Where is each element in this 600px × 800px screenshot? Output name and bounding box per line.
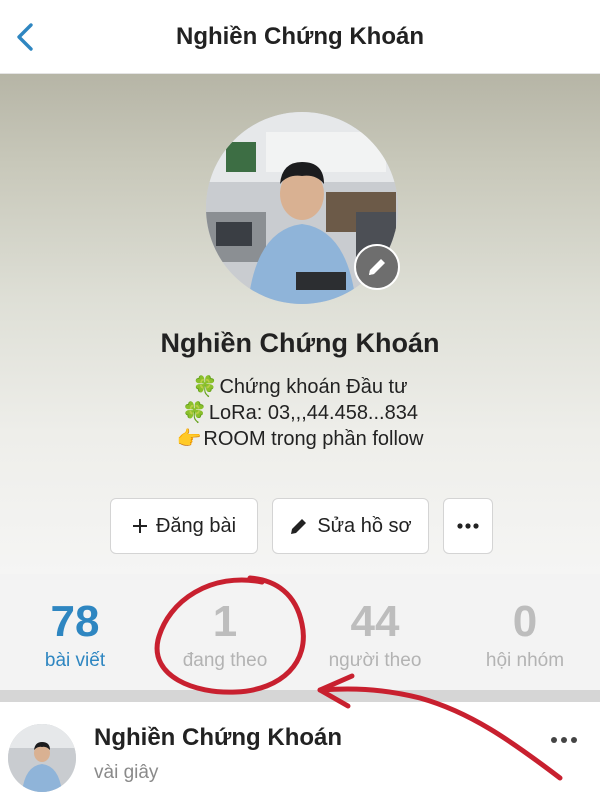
plus-icon: [132, 519, 147, 533]
create-post-button[interactable]: Đăng bài: [110, 498, 258, 554]
stat-posts[interactable]: 78 bài viết: [0, 574, 150, 690]
pencil-icon: [369, 259, 385, 275]
post-author-name[interactable]: Nghiền Chứng Khoán: [94, 724, 342, 752]
stat-label: đang theo: [182, 650, 268, 671]
stat-label: bài viết: [44, 650, 106, 671]
chevron-left-icon: [17, 23, 33, 51]
page-title: Nghiền Chứng Khoán: [175, 22, 424, 50]
pencil-icon: [291, 519, 307, 534]
stat-following[interactable]: 1 đang theo: [150, 574, 300, 690]
post-item[interactable]: Nghiền Chứng Khoán vài giây: [0, 702, 600, 800]
navigation-bar: Nghiền Chứng Khoán: [0, 0, 600, 74]
edit-avatar-button[interactable]: [354, 244, 400, 290]
stat-groups[interactable]: 0 hội nhóm: [450, 574, 600, 690]
clover-icon: 🍀: [182, 402, 207, 424]
bio-text: LoRa: 03,,,44.458...834: [208, 402, 418, 424]
post-more-button[interactable]: [546, 730, 582, 750]
post-timestamp: vài giây: [94, 762, 159, 783]
bio-line: 🍀 Chứng khoán Đầu tư: [0, 374, 600, 400]
stat-label: hội nhóm: [485, 650, 565, 671]
profile-actions: Đăng bài Sửa hồ sơ: [0, 498, 600, 554]
section-divider: [0, 690, 600, 702]
stat-value: 0: [512, 597, 538, 646]
more-horizontal-icon: [551, 737, 577, 743]
bio-text: ROOM trong phần follow: [203, 428, 424, 450]
stat-value: 1: [212, 597, 238, 646]
profile-stats: 78 bài viết 1 đang theo 44 người theo 0 …: [0, 574, 600, 690]
profile-name: Nghiền Chứng Khoán: [160, 328, 440, 358]
post-author-avatar[interactable]: [8, 724, 76, 792]
stat-value: 78: [50, 597, 100, 646]
stat-value: 44: [350, 597, 400, 646]
bio-text: Chứng khoán Đầu tư: [219, 376, 408, 398]
more-horizontal-icon: [457, 523, 479, 529]
create-post-label: Đăng bài: [155, 514, 237, 537]
pointing-hand-icon: 👉: [176, 428, 202, 450]
bio-line: 👉 ROOM trong phần follow: [0, 426, 600, 452]
bio-line: 🍀 LoRa: 03,,,44.458...834: [0, 400, 600, 426]
back-button[interactable]: [8, 20, 42, 54]
stat-followers[interactable]: 44 người theo: [300, 574, 450, 690]
clover-icon: 🍀: [192, 376, 218, 398]
profile-avatar-container: [206, 112, 400, 304]
edit-profile-label: Sửa hồ sơ: [317, 514, 412, 537]
profile-bio: 🍀 Chứng khoán Đầu tư 🍀 LoRa: 03,,,44.458..…: [0, 374, 600, 452]
stat-label: người theo: [328, 650, 422, 671]
edit-profile-button[interactable]: Sửa hồ sơ: [272, 498, 429, 554]
more-options-button[interactable]: [443, 498, 493, 554]
